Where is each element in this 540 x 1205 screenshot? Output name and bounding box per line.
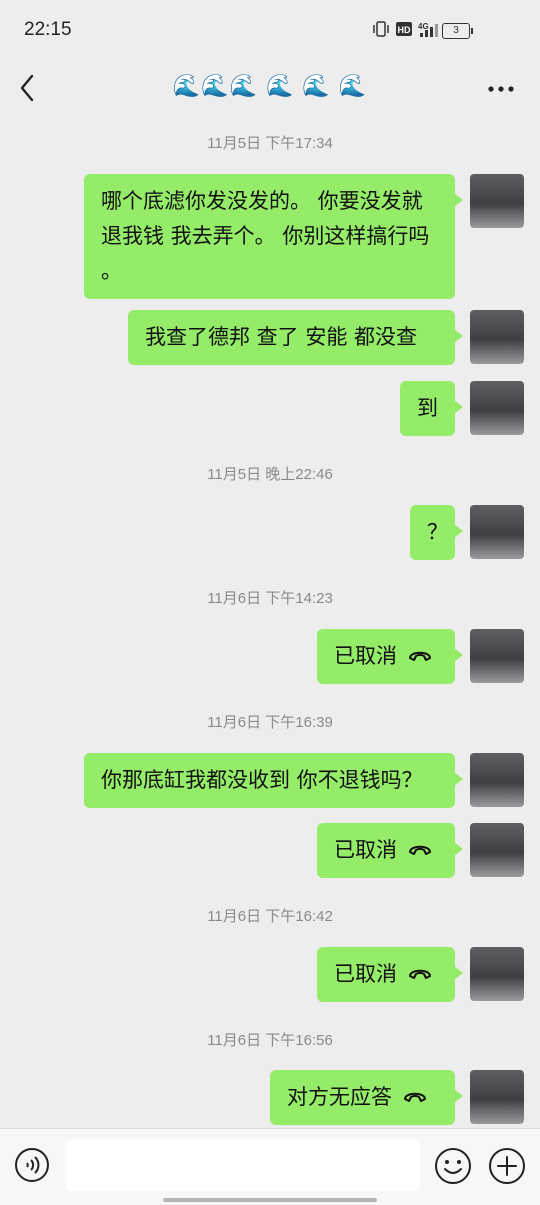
call-status-text: 已取消 bbox=[334, 838, 397, 862]
message-text: 你那底缸我都没收到 你不退钱吗？ bbox=[101, 768, 423, 792]
phone-hangup-icon bbox=[409, 845, 431, 855]
message-text: 到 bbox=[417, 396, 438, 420]
plus-icon bbox=[489, 1148, 525, 1184]
voice-button[interactable] bbox=[14, 1147, 50, 1183]
message-input[interactable] bbox=[66, 1139, 420, 1191]
chevron-left-icon bbox=[20, 74, 34, 102]
chat-header: 🌊🌊🌊 🌊 🌊 🌊 bbox=[0, 60, 540, 118]
more-button[interactable] bbox=[486, 74, 516, 104]
timestamp: 11月6日 下午16:42 bbox=[207, 908, 333, 925]
signal-icon: 4G bbox=[418, 22, 438, 37]
emoji-icon bbox=[435, 1148, 471, 1184]
message-bubble[interactable]: 你那底缸我都没收到 你不退钱吗？ bbox=[84, 753, 463, 808]
timestamp: 11月6日 下午16:39 bbox=[207, 714, 333, 731]
avatar[interactable] bbox=[470, 310, 524, 364]
call-status-text: 对方无应答 bbox=[287, 1085, 392, 1109]
message-text: 哪个底滤你发没发的。 你要没发就退我钱 我去弄个。 你别这样搞行吗 。 bbox=[101, 189, 430, 283]
timestamp: 11月5日 下午17:34 bbox=[207, 135, 333, 152]
hd-icon: HD bbox=[396, 22, 412, 36]
svg-text:HD: HD bbox=[398, 25, 411, 35]
message-bubble[interactable]: 到 bbox=[400, 381, 463, 436]
network-label: 4G bbox=[418, 22, 429, 31]
phone-hangup-icon bbox=[409, 651, 431, 661]
avatar[interactable] bbox=[470, 174, 524, 228]
home-indicator[interactable] bbox=[163, 1198, 377, 1202]
call-status-text: 已取消 bbox=[334, 962, 397, 986]
avatar[interactable] bbox=[470, 381, 524, 435]
avatar[interactable] bbox=[470, 823, 524, 877]
avatar[interactable] bbox=[470, 505, 524, 559]
call-message-bubble[interactable]: 已取消 bbox=[317, 947, 463, 1002]
timestamp: 11月6日 下午16:56 bbox=[207, 1032, 333, 1049]
message-text: ？ bbox=[427, 520, 448, 544]
timestamp: 11月5日 晚上22:46 bbox=[207, 466, 333, 483]
status-icons: HD 4G bbox=[372, 21, 440, 37]
vibrate-icon bbox=[373, 21, 389, 37]
avatar[interactable] bbox=[470, 947, 524, 1001]
more-dots-icon bbox=[488, 86, 514, 92]
plus-button[interactable] bbox=[488, 1147, 526, 1185]
status-time: 22:15 bbox=[24, 19, 72, 40]
call-status-text: 已取消 bbox=[334, 644, 397, 668]
avatar[interactable] bbox=[470, 753, 524, 807]
call-message-bubble[interactable]: 已取消 bbox=[317, 629, 463, 684]
back-button[interactable] bbox=[14, 70, 44, 106]
status-bar: 22:15 HD 4G 3 bbox=[0, 0, 540, 60]
emoji-button[interactable] bbox=[434, 1147, 472, 1185]
phone-hangup-icon bbox=[404, 1092, 426, 1102]
timestamp: 11月6日 下午14:23 bbox=[207, 590, 333, 607]
message-bubble[interactable]: 我查了德邦 查了 安能 都没查 bbox=[128, 310, 463, 365]
voice-icon bbox=[15, 1148, 49, 1182]
call-message-bubble[interactable]: 已取消 bbox=[317, 823, 463, 878]
call-message-bubble[interactable]: 对方无应答 bbox=[270, 1070, 463, 1125]
message-list[interactable]: 11月5日 下午17:34 哪个底滤你发没发的。 你要没发就退我钱 我去弄个。 … bbox=[0, 118, 540, 1128]
battery-icon: 3 bbox=[442, 23, 473, 39]
message-bubble[interactable]: ？ bbox=[410, 505, 463, 560]
message-text: 我查了德邦 查了 安能 都没查 bbox=[145, 325, 418, 349]
phone-hangup-icon bbox=[409, 969, 431, 979]
message-bubble[interactable]: 哪个底滤你发没发的。 你要没发就退我钱 我去弄个。 你别这样搞行吗 。 bbox=[84, 174, 463, 299]
chat-title: 🌊🌊🌊 🌊 🌊 🌊 bbox=[172, 74, 368, 99]
input-bar bbox=[0, 1128, 540, 1205]
avatar[interactable] bbox=[470, 1070, 524, 1124]
avatar[interactable] bbox=[470, 629, 524, 683]
